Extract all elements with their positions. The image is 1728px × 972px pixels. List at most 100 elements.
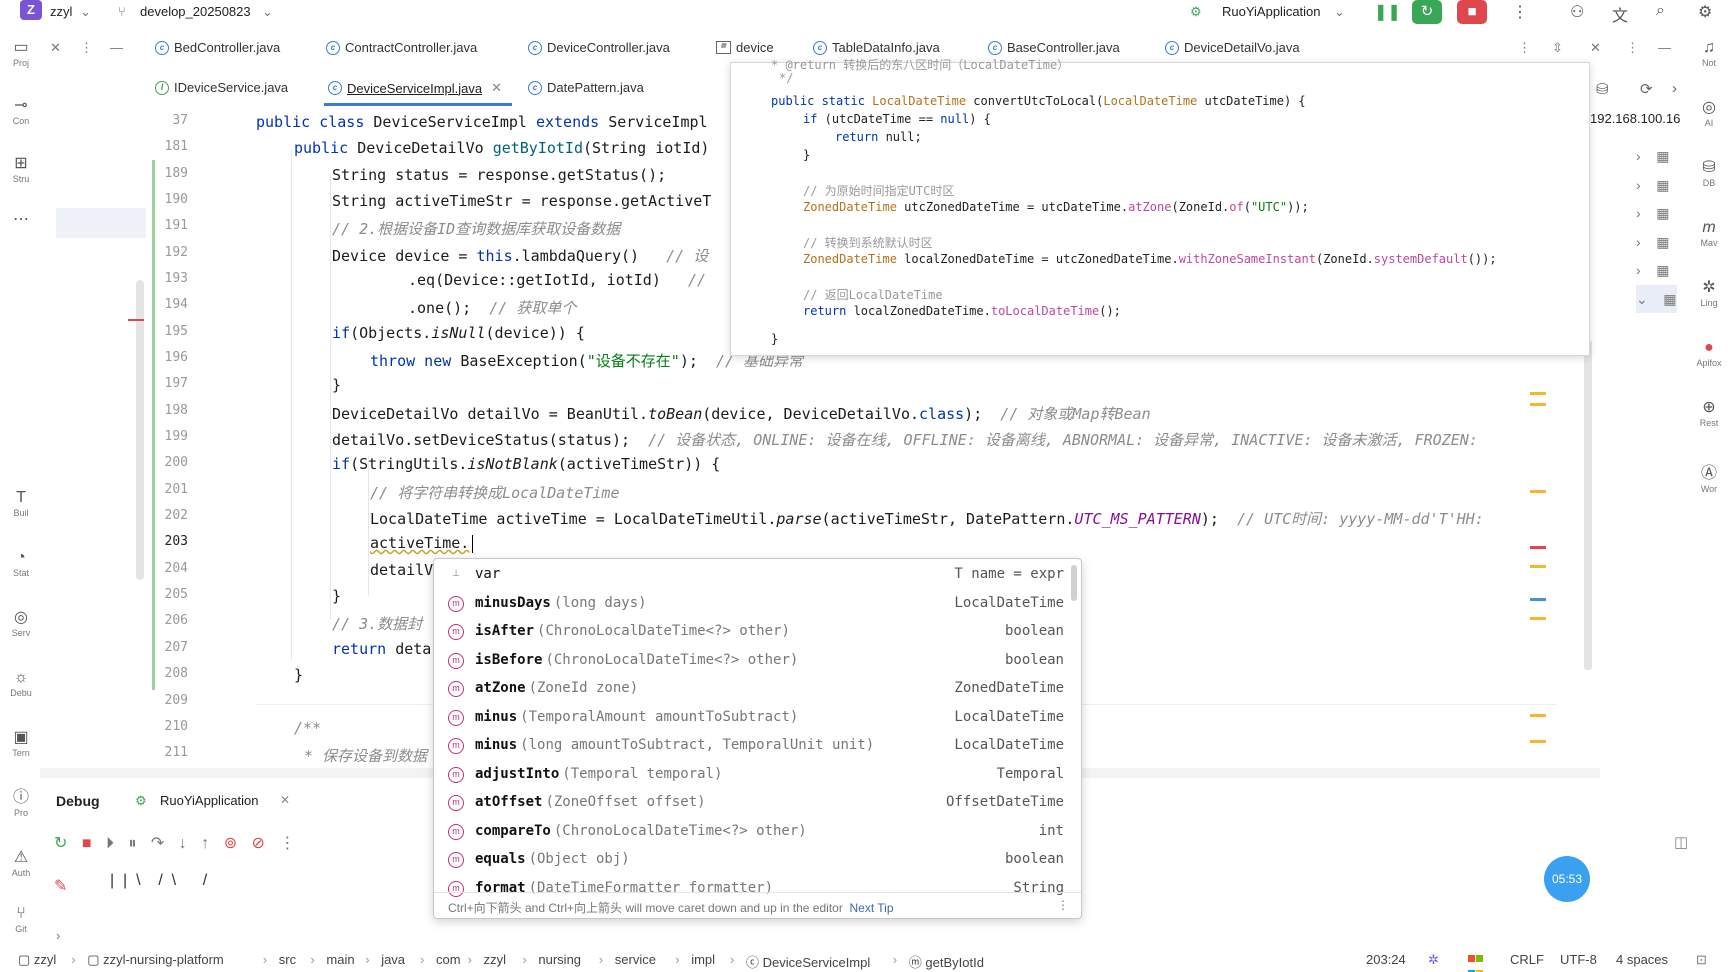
breadcrumb-item[interactable]: com: [436, 952, 461, 967]
tab-deviceserviceimpl-active[interactable]: c DeviceServiceImpl.java ✕: [328, 80, 502, 96]
breadcrumb-item[interactable]: src: [279, 952, 296, 967]
add-user-icon[interactable]: ⚇: [1570, 2, 1584, 22]
line-number[interactable]: 209: [60, 693, 188, 708]
tab-datepattern[interactable]: c DatePattern.java: [528, 80, 644, 95]
run-config-name[interactable]: RuoYiApplication: [1222, 4, 1321, 19]
completion-item[interactable]: m equals (Object obj) boolean: [434, 846, 1074, 874]
minimize-icon[interactable]: —: [110, 40, 123, 55]
line-number[interactable]: 194: [60, 297, 188, 312]
tab-devicedetailvo[interactable]: c DeviceDetailVo.java: [1165, 40, 1300, 55]
breadcrumb-item[interactable]: service: [615, 952, 656, 967]
completion-item[interactable]: ⊥ var T name = expr: [434, 561, 1074, 589]
breadcrumb-item[interactable]: java: [381, 952, 405, 967]
minimize-icon[interactable]: —: [1658, 40, 1671, 55]
tab-basecontroller[interactable]: c BaseController.java: [988, 40, 1120, 55]
breadcrumb-item[interactable]: zzyl: [484, 952, 506, 967]
git-tool[interactable]: ⑂ Git: [6, 904, 36, 935]
completion-item[interactable]: m minus (TemporalAmount amountToSubtract) L…: [434, 704, 1074, 732]
expand-icon[interactable]: ⇳: [1552, 40, 1563, 56]
debug-tool[interactable]: ☼ Debu: [6, 668, 36, 699]
step-into-icon[interactable]: ↓: [179, 835, 187, 852]
structure-tool[interactable]: ⊞ Stru: [6, 154, 36, 185]
stop-button[interactable]: ■: [1457, 0, 1487, 24]
chevron-down-icon[interactable]: ⌄: [80, 4, 91, 20]
completion-item[interactable]: m minusDays (long days) LocalDateTime: [434, 590, 1074, 618]
tab-contractcontroller[interactable]: c ContractController.java: [326, 40, 477, 55]
project-badge[interactable]: Z: [20, 0, 42, 20]
lock-icon[interactable]: ⊡: [1696, 952, 1707, 968]
completion-item[interactable]: m compareTo (ChronoLocalDateTime<?> other)…: [434, 818, 1074, 846]
chevron-down-icon[interactable]: ⌄: [1334, 4, 1345, 20]
db-tree-row[interactable]: › ▦: [1636, 142, 1677, 171]
layout-icon[interactable]: ◫: [1674, 833, 1688, 851]
close-tab-icon[interactable]: ✕: [491, 80, 502, 96]
project-tool[interactable]: ▭ Proj: [6, 38, 36, 69]
chevron-down-icon[interactable]: ⌄: [262, 4, 273, 20]
warning-mark[interactable]: [1530, 714, 1546, 717]
tab-tabledatainfo[interactable]: c TableDataInfo.java: [813, 40, 940, 55]
line-number[interactable]: 181: [60, 139, 188, 154]
notifications-tool[interactable]: ♫ Not: [1692, 38, 1726, 69]
line-number[interactable]: 198: [60, 403, 188, 418]
line-number[interactable]: 197: [60, 376, 188, 391]
breadcrumb-item[interactable]: main: [326, 952, 354, 967]
db-tree-row[interactable]: › ▦: [1636, 228, 1677, 257]
warning-mark[interactable]: [1530, 403, 1546, 406]
database-icon[interactable]: ⛁: [1596, 80, 1609, 98]
chevron-right-icon[interactable]: ›: [1672, 80, 1677, 97]
db-tree-row[interactable]: › ▦: [1636, 256, 1677, 285]
line-number[interactable]: 193: [60, 271, 188, 286]
build-icon[interactable]: ❚❚: [1374, 2, 1401, 22]
build-tool[interactable]: T Buil: [6, 488, 36, 519]
recording-timer[interactable]: 05:53: [1544, 856, 1590, 902]
caret-position[interactable]: 203:24: [1366, 952, 1406, 967]
error-mark[interactable]: [1530, 546, 1546, 549]
tab-device-table[interactable]: ▦ device: [716, 40, 774, 55]
breadcrumb-item[interactable]: nursing: [538, 952, 581, 967]
more-icon[interactable]: ⋮: [1518, 40, 1531, 56]
line-number[interactable]: 203: [60, 534, 188, 549]
line-number[interactable]: 206: [60, 613, 188, 628]
completion-item[interactable]: m adjustInto (Temporal temporal) Temporal: [434, 761, 1074, 789]
completion-scrollbar[interactable]: [1071, 565, 1077, 601]
warning-mark[interactable]: [1530, 565, 1546, 568]
warning-mark[interactable]: [1530, 392, 1546, 395]
db-tree-row[interactable]: › ▦: [1636, 199, 1677, 228]
next-tip-link[interactable]: Next Tip: [850, 901, 894, 915]
breadcrumb-item[interactable]: ▢ zzyl: [18, 952, 56, 968]
line-number[interactable]: 205: [60, 587, 188, 602]
warning-mark[interactable]: [1530, 617, 1546, 620]
line-separator[interactable]: CRLF: [1510, 952, 1544, 967]
lingma-tool[interactable]: ✲ Ling: [1692, 278, 1726, 309]
completion-item[interactable]: m isBefore (ChronoLocalDateTime<?> other) b…: [434, 647, 1074, 675]
resume-icon[interactable]: ⏵: [106, 835, 114, 852]
word-tool[interactable]: Ⓐ Wor: [1692, 464, 1726, 495]
more-icon[interactable]: ⋮: [1626, 40, 1639, 56]
line-number[interactable]: 211: [60, 745, 188, 760]
project-name[interactable]: zzyl: [50, 4, 72, 19]
line-number[interactable]: 207: [60, 640, 188, 655]
db-tree-row[interactable]: ⌄ ▦: [1636, 284, 1677, 313]
completion-item[interactable]: m minus (long amountToSubtract, TemporalUn…: [434, 732, 1074, 760]
db-host[interactable]: 192.168.100.16: [1590, 111, 1680, 126]
more-icon[interactable]: ⋮: [80, 40, 93, 56]
tab-devicecontroller[interactable]: c DeviceController.java: [528, 40, 670, 55]
ai-assistant-icon[interactable]: ✲: [1428, 952, 1439, 968]
statistic-tool[interactable]: ◔ Stat: [6, 548, 36, 579]
pause-icon[interactable]: ⏸: [128, 835, 136, 852]
refresh-icon[interactable]: ⟳: [1640, 80, 1653, 98]
tab-bedcontroller[interactable]: c BedController.java: [155, 40, 280, 55]
line-number[interactable]: 189: [60, 166, 188, 181]
tab-ideviceservice[interactable]: I IDeviceService.java: [155, 80, 288, 95]
stop-icon[interactable]: ■: [82, 835, 92, 852]
indent-setting[interactable]: 4 spaces: [1616, 952, 1668, 967]
breadcrumb-item[interactable]: ⓜ getByIotId: [909, 952, 984, 971]
mute-breakpoints-icon[interactable]: ⊘: [252, 835, 265, 852]
edit-icon[interactable]: ✎: [54, 876, 67, 896]
services-tool[interactable]: ◎ Serv: [6, 608, 36, 639]
branch-name[interactable]: develop_20250823: [140, 4, 251, 19]
chevron-right-icon[interactable]: ›: [56, 928, 60, 943]
commit-tool[interactable]: ⊸ Con: [6, 96, 36, 127]
terminal-tool[interactable]: ▣ Tern: [6, 728, 36, 759]
line-number[interactable]: 201: [60, 482, 188, 497]
